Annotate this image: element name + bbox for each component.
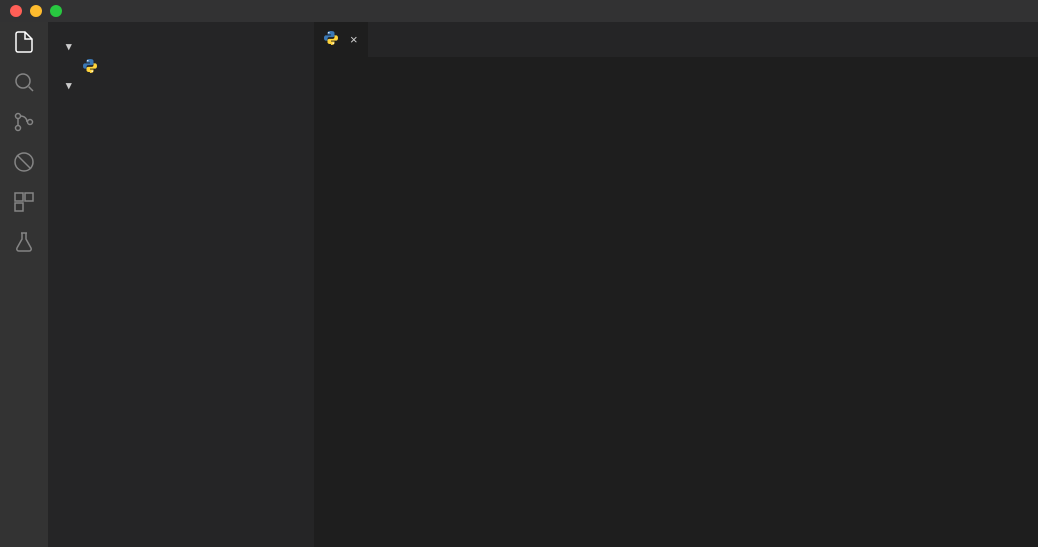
code-editor[interactable]: [314, 57, 1038, 547]
activity-bar: [0, 22, 48, 547]
explorer-icon[interactable]: [12, 30, 36, 54]
debug-icon[interactable]: [12, 150, 36, 174]
open-editors-header[interactable]: ▾: [48, 38, 314, 55]
extensions-icon[interactable]: [12, 190, 36, 214]
chevron-down-icon: ▾: [66, 79, 74, 92]
window-close-icon[interactable]: [10, 5, 22, 17]
titlebar: [0, 0, 1038, 22]
tab-crifanfile[interactable]: ×: [314, 22, 368, 57]
sidebar: ▾ ▾: [48, 22, 314, 547]
source-control-icon[interactable]: [12, 110, 36, 134]
editor-tabs: ×: [314, 22, 1038, 57]
beaker-icon[interactable]: [12, 230, 36, 254]
window-minimize-icon[interactable]: [30, 5, 42, 17]
open-editor-item[interactable]: [48, 55, 314, 77]
search-icon[interactable]: [12, 70, 36, 94]
window-maximize-icon[interactable]: [50, 5, 62, 17]
line-gutter: [314, 57, 364, 547]
project-header[interactable]: ▾: [48, 77, 314, 94]
python-file-icon: [82, 58, 98, 74]
chevron-down-icon: ▾: [66, 40, 74, 53]
python-file-icon: [324, 31, 338, 48]
sidebar-title: [48, 22, 314, 38]
close-icon[interactable]: ×: [350, 32, 358, 47]
code-content[interactable]: [364, 57, 1038, 547]
